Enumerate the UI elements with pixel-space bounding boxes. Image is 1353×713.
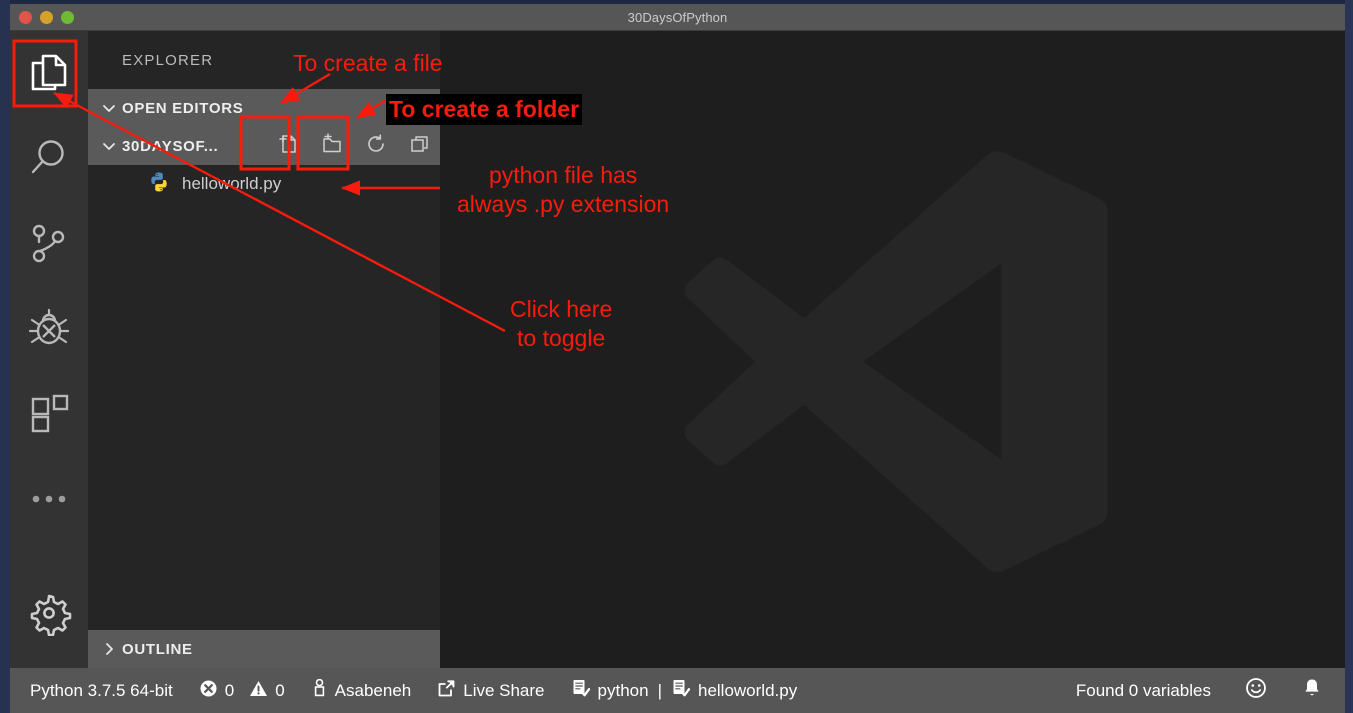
section-open-editors-label: OPEN EDITORS <box>122 99 244 117</box>
section-open-editors[interactable]: OPEN EDITORS <box>88 89 440 127</box>
status-python-interpreter[interactable]: python | helloworld.py <box>571 678 798 703</box>
ellipsis-icon <box>26 489 72 509</box>
chevron-down-icon <box>96 138 122 154</box>
sidebar-item-search[interactable] <box>10 116 88 201</box>
list-item[interactable]: helloworld.py <box>88 165 440 203</box>
file-name-label: helloworld.py <box>182 174 282 193</box>
sidebar-item-explorer[interactable] <box>10 31 88 116</box>
source-control-icon <box>26 221 72 267</box>
checklist-icon <box>671 678 691 703</box>
status-bar-left: Python 3.7.5 64-bit 0 0 Asabeneh Live Sh… <box>10 678 797 703</box>
desktop-backdrop-left <box>0 0 10 713</box>
account-name-label: Asabeneh <box>334 680 412 700</box>
variables-label: Found 0 variables <box>1075 680 1211 700</box>
status-python-version[interactable]: Python 3.7.5 64-bit <box>30 681 173 701</box>
status-variables[interactable]: Found 0 variables <box>1076 681 1211 701</box>
activity-bar <box>10 31 88 668</box>
refresh-button[interactable] <box>364 133 388 160</box>
status-account[interactable]: Asabeneh <box>311 678 412 703</box>
application-window: 30DaysOfPython EXPLORER OPEN EDITORS 30D… <box>10 4 1345 713</box>
python-file-icon <box>148 171 170 198</box>
status-bar: Python 3.7.5 64-bit 0 0 Asabeneh Live Sh… <box>10 668 1345 713</box>
files-icon <box>26 51 72 97</box>
status-problems[interactable]: 0 0 <box>199 679 285 703</box>
sidebar-item-source-control[interactable] <box>10 201 88 286</box>
sidebar-title: EXPLORER <box>122 51 214 69</box>
error-circle-icon <box>199 679 218 703</box>
account-icon <box>311 678 328 703</box>
sidebar-item-manage[interactable] <box>10 558 88 668</box>
explorer-actions <box>276 127 432 165</box>
title-bar: 30DaysOfPython <box>10 4 1345 31</box>
vscode-window-screenshot: 30DaysOfPython EXPLORER OPEN EDITORS 30D… <box>0 0 1353 713</box>
minimize-button[interactable] <box>40 11 53 24</box>
window-controls <box>19 4 74 31</box>
section-workspace-folder-label: 30DAYSOF... <box>122 137 219 155</box>
explorer-sidebar: EXPLORER OPEN EDITORS 30DAYSOF... hellow… <box>88 31 440 668</box>
gear-icon <box>26 590 72 636</box>
chevron-down-icon <box>96 100 122 116</box>
section-outline-label: OUTLINE <box>122 640 193 658</box>
section-workspace-folder[interactable]: 30DAYSOF... <box>88 127 440 165</box>
search-icon <box>26 136 72 182</box>
collapse-all-icon <box>409 133 431 160</box>
active-file-label: helloworld.py <box>697 680 798 700</box>
refresh-icon <box>365 133 387 160</box>
new-folder-button[interactable] <box>320 132 344 160</box>
warning-triangle-icon <box>249 679 268 703</box>
checklist-icon <box>571 678 591 703</box>
extensions-icon <box>26 391 72 437</box>
status-separator: | <box>657 680 662 700</box>
sidebar-item-more[interactable] <box>10 456 88 541</box>
status-bar-right: Found 0 variables <box>1076 677 1345 704</box>
section-outline[interactable]: OUTLINE <box>88 630 440 668</box>
smiley-icon <box>1245 677 1267 704</box>
bell-icon <box>1301 677 1323 704</box>
vscode-logo-watermark <box>672 124 1112 604</box>
python-version-label: Python 3.7.5 64-bit <box>30 680 173 700</box>
warning-count-label: 0 <box>275 680 285 700</box>
window-title: 30DaysOfPython <box>627 9 728 25</box>
live-share-icon <box>437 679 456 703</box>
new-file-icon <box>277 133 299 160</box>
sidebar-item-extensions[interactable] <box>10 371 88 456</box>
live-share-label: Live Share <box>463 680 545 700</box>
error-count-label: 0 <box>224 680 235 700</box>
new-folder-icon <box>321 132 343 160</box>
close-button[interactable] <box>19 11 32 24</box>
debug-bug-icon <box>26 306 72 352</box>
status-notifications[interactable] <box>1301 677 1323 704</box>
collapse-all-button[interactable] <box>408 134 432 158</box>
status-feedback[interactable] <box>1245 677 1267 704</box>
python-interpreter-label: python <box>597 680 649 700</box>
desktop-backdrop-right <box>1345 0 1353 713</box>
new-file-button[interactable] <box>276 134 300 158</box>
chevron-right-icon <box>96 641 122 657</box>
sidebar-item-run-debug[interactable] <box>10 286 88 371</box>
maximize-button[interactable] <box>61 11 74 24</box>
status-live-share[interactable]: Live Share <box>437 679 545 703</box>
editor-area[interactable] <box>440 31 1345 668</box>
